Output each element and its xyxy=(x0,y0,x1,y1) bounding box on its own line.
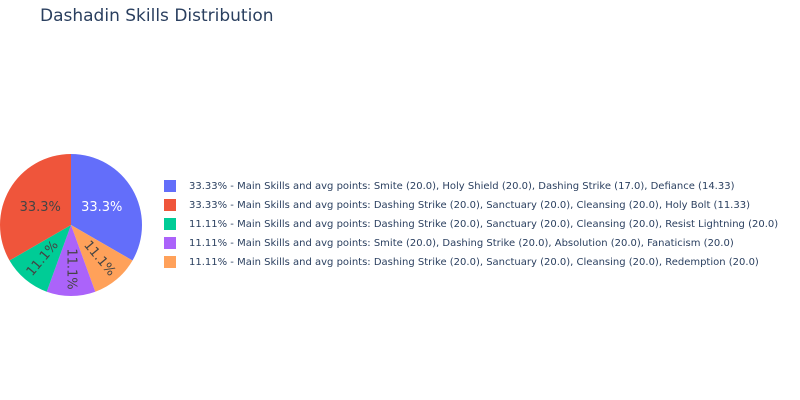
legend-label: 11.11% - Main Skills and avg points: Smi… xyxy=(189,238,734,249)
pie-slice-label: 33.3% xyxy=(81,200,122,215)
legend-item[interactable]: 11.11% - Main Skills and avg points: Das… xyxy=(164,256,759,268)
legend-swatch xyxy=(164,256,176,268)
legend-swatch xyxy=(164,199,176,211)
pie-chart-svg: 33.3%11.1%11.1%11.1%33.3% 33.33% - Main … xyxy=(0,154,778,296)
legend-swatch xyxy=(164,218,176,230)
legend-swatch xyxy=(164,180,176,192)
legend-label: 11.11% - Main Skills and avg points: Das… xyxy=(189,257,759,268)
legend-swatch xyxy=(164,237,176,249)
pie-slice-label: 33.3% xyxy=(20,200,61,215)
legend-item[interactable]: 11.11% - Main Skills and avg points: Das… xyxy=(164,218,778,230)
pie-slice-label: 11.1% xyxy=(64,248,79,289)
legend-item[interactable]: 33.33% - Main Skills and avg points: Smi… xyxy=(164,180,735,192)
legend: 33.33% - Main Skills and avg points: Smi… xyxy=(164,180,778,268)
legend-label: 33.33% - Main Skills and avg points: Das… xyxy=(189,200,750,211)
legend-label: 33.33% - Main Skills and avg points: Smi… xyxy=(189,181,735,192)
legend-item[interactable]: 33.33% - Main Skills and avg points: Das… xyxy=(164,199,750,211)
legend-item[interactable]: 11.11% - Main Skills and avg points: Smi… xyxy=(164,237,734,249)
legend-label: 11.11% - Main Skills and avg points: Das… xyxy=(189,219,778,230)
chart-root: Dashadin Skills Distribution 33.3% 11.1% 1… xyxy=(0,0,800,400)
